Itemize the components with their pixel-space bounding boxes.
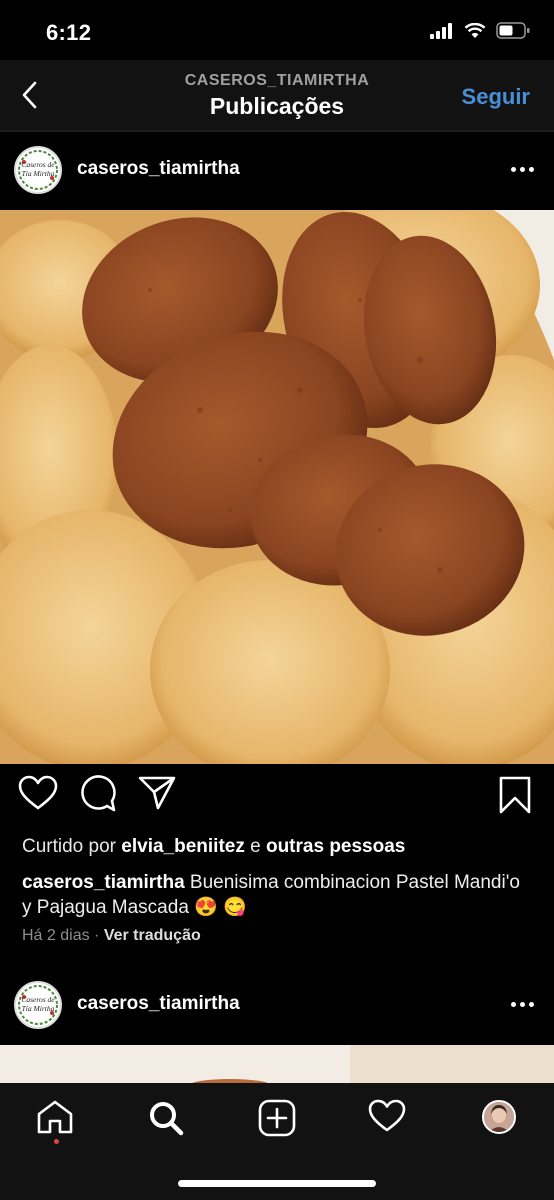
signal-icon [430, 22, 452, 39]
likes-prefix: Curtido por [22, 836, 122, 857]
post-username[interactable]: caseros_tiamirtha [77, 158, 240, 180]
search-icon[interactable] [147, 1099, 185, 1137]
svg-text:Tía Mirtha: Tía Mirtha [22, 169, 55, 178]
svg-text:Tía Mirtha: Tía Mirtha [22, 1004, 55, 1013]
post-photo-2[interactable] [0, 1045, 554, 1085]
comment-icon[interactable] [79, 775, 117, 813]
more-options-icon[interactable] [511, 167, 534, 172]
likes-summary: Curtido por elvia_beniitez e outras pess… [22, 836, 405, 858]
svg-text:Caseros de: Caseros de [21, 995, 55, 1004]
post-photo[interactable] [0, 210, 554, 764]
wifi-icon [464, 22, 486, 38]
add-post-icon[interactable] [258, 1099, 296, 1137]
share-send-icon[interactable] [137, 775, 177, 811]
bookmark-icon[interactable] [498, 775, 532, 815]
like-heart-icon[interactable] [18, 775, 58, 811]
avatar[interactable]: Caseros de Tía Mirtha [14, 146, 62, 194]
home-icon[interactable] [36, 1099, 74, 1135]
post-username[interactable]: caseros_tiamirtha [77, 993, 240, 1015]
food-photo-graphic-2 [0, 1045, 554, 1085]
profile-photo [484, 1102, 514, 1132]
post-meta: Há 2 dias · Ver tradução [22, 927, 201, 945]
brand-logo: Caseros de Tía Mirtha [17, 984, 59, 1026]
activity-heart-icon[interactable] [368, 1099, 406, 1133]
home-indicator [178, 1180, 376, 1187]
meta-separator: · [89, 927, 104, 944]
likes-user-link[interactable]: elvia_beniitez [121, 836, 245, 857]
more-options-icon[interactable] [511, 1002, 534, 1007]
likes-mid: e [244, 836, 266, 857]
post-actions [0, 775, 554, 823]
food-photo-graphic [0, 210, 554, 764]
nav-header: CASEROS_TIAMIRTHA Publicações Seguir [0, 60, 554, 130]
caption-username[interactable]: caseros_tiamirtha [22, 872, 185, 893]
notification-dot [54, 1139, 59, 1144]
post-header-2: Caseros de Tía Mirtha caseros_tiamirtha [0, 967, 554, 1043]
status-icons [430, 22, 530, 39]
profile-avatar[interactable] [482, 1100, 516, 1134]
status-bar: 6:12 [0, 0, 554, 60]
status-time: 6:12 [46, 20, 92, 45]
svg-text:Caseros de: Caseros de [21, 160, 55, 169]
bottom-tab-bar [0, 1083, 554, 1200]
follow-button[interactable]: Seguir [462, 84, 530, 110]
likes-others-link[interactable]: outras pessoas [266, 836, 405, 857]
battery-icon [496, 22, 530, 39]
avatar[interactable]: Caseros de Tía Mirtha [14, 981, 62, 1029]
post-header: Caseros de Tía Mirtha caseros_tiamirtha [0, 132, 554, 208]
see-translation-link[interactable]: Ver tradução [104, 927, 201, 944]
brand-logo: Caseros de Tía Mirtha [17, 149, 59, 191]
post-caption: caseros_tiamirtha Buenisima combinacion … [22, 870, 532, 920]
post-timestamp: Há 2 dias [22, 927, 90, 944]
